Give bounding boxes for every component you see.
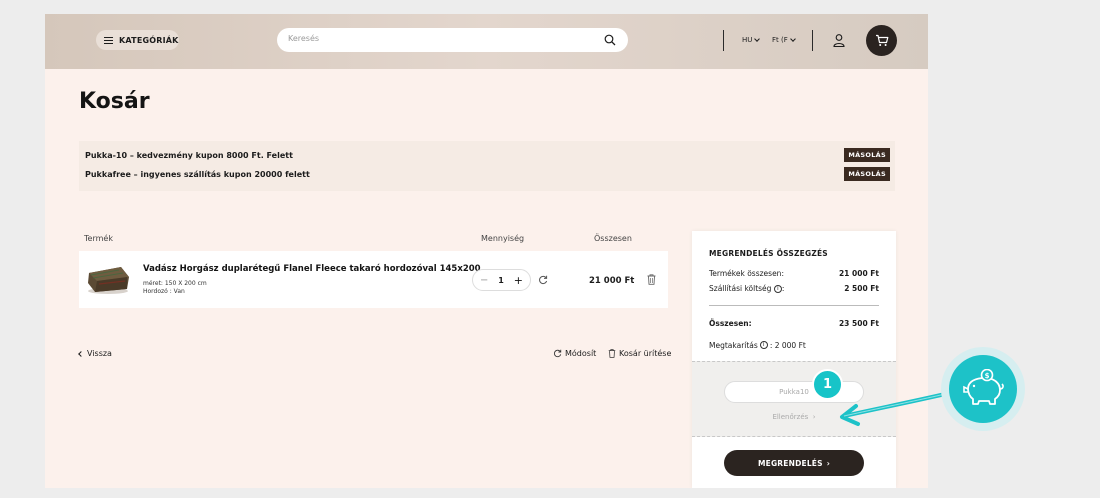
item-total: 21 000 Ft <box>589 276 635 286</box>
page-title: Kosár <box>79 89 150 114</box>
categories-label: KATEGÓRIÁK <box>119 35 179 45</box>
place-order-button[interactable]: MEGRENDELÉS › <box>724 450 864 476</box>
grand-total-value: 23 500 Ft <box>838 319 879 328</box>
search-icon[interactable] <box>604 34 616 46</box>
summary-title: MEGRENDELÉS ÖSSZEGZÉS <box>709 249 828 258</box>
decrease-quantity-button[interactable]: − <box>480 275 488 286</box>
column-header-total: Összesen <box>594 234 632 243</box>
modify-button[interactable]: Módosít <box>553 349 596 358</box>
step-badge: 1 <box>812 369 843 400</box>
search-bar <box>277 28 628 52</box>
chevron-down-icon <box>789 36 796 42</box>
coupon-text: Pukka-10 – kedvezmény kupon 8000 Ft. Fel… <box>85 150 293 160</box>
order-summary: MEGRENDELÉS ÖSSZEGZÉS Termékek összesen:… <box>692 231 896 488</box>
piggy-bank-badge: $ <box>941 347 1025 431</box>
copy-coupon-button[interactable]: MÁSOLÁS <box>844 167 890 181</box>
header: KATEGÓRIÁK HU Ft (F <box>45 14 928 69</box>
summary-total-line: Összesen: 23 500 Ft <box>709 319 879 328</box>
chevron-down-icon <box>754 36 761 42</box>
quantity-stepper: − 1 + <box>472 269 531 291</box>
chevron-left-icon <box>78 350 84 357</box>
search-input[interactable] <box>288 34 588 43</box>
currency-select[interactable]: Ft (F <box>772 36 796 44</box>
trash-icon[interactable] <box>647 274 656 285</box>
info-icon[interactable]: i <box>773 285 782 293</box>
product-name[interactable]: Vadász Horgász duplarétegű Flanel Fleece… <box>143 264 481 274</box>
coupon-text: Pukkafree – ingyenes szállítás kupon 200… <box>85 169 310 179</box>
product-image[interactable] <box>85 263 131 295</box>
categories-button[interactable]: KATEGÓRIÁK <box>96 30 179 50</box>
product-size: méret: 150 X 200 cm <box>143 280 207 287</box>
column-header-quantity: Mennyiség <box>481 234 525 243</box>
currency-value: Ft (F <box>772 36 788 44</box>
user-icon[interactable] <box>833 34 845 47</box>
menu-icon <box>104 36 113 44</box>
grand-total-label: Összesen: <box>709 319 752 328</box>
shipping-value: 2 500 Ft <box>844 284 879 293</box>
svg-text:$: $ <box>985 372 990 380</box>
back-link[interactable]: Vissza <box>78 349 112 358</box>
products-total-label: Termékek összesen: <box>709 269 784 278</box>
products-total-value: 21 000 Ft <box>838 269 879 278</box>
back-label: Vissza <box>87 349 112 358</box>
summary-shipping-line: Szállítási költség i: 2 500 Ft <box>709 284 879 293</box>
chevron-right-icon: › <box>826 458 831 468</box>
summary-products-line: Termékek összesen: 21 000 Ft <box>709 269 879 278</box>
cart-icon <box>875 34 888 46</box>
cart-item-row: Vadász Horgász duplarétegű Flanel Fleece… <box>79 251 668 308</box>
refresh-icon <box>553 349 562 358</box>
refresh-icon[interactable] <box>538 275 548 285</box>
header-divider <box>723 30 724 51</box>
cart-button[interactable] <box>866 25 897 56</box>
page-frame: KATEGÓRIÁK HU Ft (F <box>45 14 928 488</box>
modify-label: Módosít <box>565 349 597 358</box>
coupon-info-box: Pukka-10 – kedvezmény kupon 8000 Ft. Fel… <box>79 141 895 191</box>
quantity-value[interactable]: 1 <box>498 276 504 285</box>
info-icon[interactable]: i <box>759 341 768 349</box>
summary-savings-line: Megtakarítás i : 2 000 Ft <box>709 341 879 350</box>
clear-cart-label: Kosár ürítése <box>619 349 672 358</box>
language-value: HU <box>742 36 753 44</box>
column-header-product: Termék <box>84 234 113 243</box>
savings-label: Megtakarítás <box>709 341 758 350</box>
piggy-bank-icon: $ <box>963 369 1004 405</box>
coupon-row: Pukka-10 – kedvezmény kupon 8000 Ft. Fel… <box>85 147 890 163</box>
clear-cart-button[interactable]: Kosár ürítése <box>608 349 671 358</box>
coupon-row: Pukkafree – ingyenes szállítás kupon 200… <box>85 166 890 182</box>
savings-value: : 2 000 Ft <box>769 341 806 350</box>
divider <box>709 305 879 306</box>
trash-icon <box>608 349 616 358</box>
place-order-label: MEGRENDELÉS <box>757 458 823 468</box>
header-divider <box>812 30 813 51</box>
increase-quantity-button[interactable]: + <box>514 274 523 287</box>
shipping-label: Szállítási költség <box>709 284 772 293</box>
copy-coupon-button[interactable]: MÁSOLÁS <box>844 148 890 162</box>
language-select[interactable]: HU <box>742 36 761 44</box>
chevron-right-icon: › <box>810 413 816 421</box>
product-carrier: Hordozó : Van <box>143 288 185 295</box>
check-coupon-label: Ellenőrzés <box>772 413 809 421</box>
piggy-bank-icon-circle: $ <box>949 355 1017 423</box>
